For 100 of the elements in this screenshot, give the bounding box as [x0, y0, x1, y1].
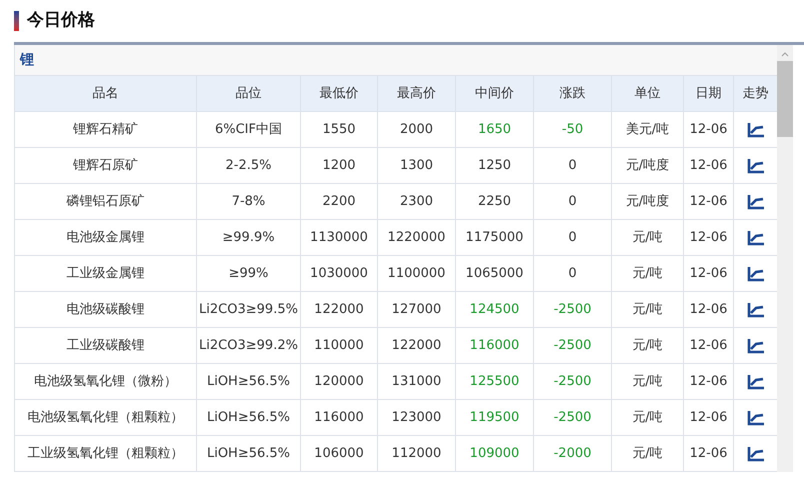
table-cell: 12-06 — [684, 256, 734, 291]
table-cell: 元/吨 — [612, 364, 684, 399]
table-cell: 电池级碳酸锂 — [15, 292, 197, 327]
table-cell: 元/吨 — [612, 436, 684, 471]
column-header: 单位 — [612, 76, 684, 111]
table-cell: 电池级氢氧化锂（微粉） — [15, 364, 197, 399]
table-cell: 美元/吨 — [612, 112, 684, 147]
mid-price: 1650 — [478, 120, 512, 139]
price-change: -2500 — [554, 372, 592, 391]
table-cell: 磷锂铝石原矿 — [15, 184, 197, 219]
mid-price: 1065000 — [466, 264, 524, 283]
price-change: -2000 — [554, 444, 592, 463]
table-cell: 元/吨 — [612, 328, 684, 363]
table-cell: 122000 — [301, 292, 378, 327]
table-cell: 元/吨 — [612, 292, 684, 327]
section-title: 今日价格 — [27, 9, 95, 32]
column-header: 日期 — [684, 76, 734, 111]
table-cell: 锂辉石原矿 — [15, 148, 197, 183]
price-change: -2500 — [554, 300, 592, 319]
table-cell: LiOH≥56.5% — [197, 436, 301, 471]
line-chart-icon[interactable] — [747, 302, 765, 318]
table-cell: 电池级氢氧化锂（粗颗粒） — [15, 400, 197, 435]
mid-price: 2250 — [478, 192, 512, 211]
price-change: 0 — [568, 156, 577, 175]
table-cell: 1130000 — [301, 220, 378, 255]
table-cell: 127000 — [378, 292, 456, 327]
mid-price: 109000 — [470, 444, 520, 463]
table-cell: 1200 — [301, 148, 378, 183]
table-cell: 12-06 — [684, 148, 734, 183]
mid-price: 116000 — [470, 336, 520, 355]
table-cell: 2200 — [301, 184, 378, 219]
scrollbar[interactable] — [777, 45, 793, 472]
table-cell: 12-06 — [684, 364, 734, 399]
line-chart-icon[interactable] — [747, 158, 765, 174]
line-chart-icon[interactable] — [747, 410, 765, 426]
line-chart-icon[interactable] — [747, 338, 765, 354]
table-cell: 元/吨度 — [612, 148, 684, 183]
table-cell: 2-2.5% — [197, 148, 301, 183]
line-chart-icon[interactable] — [747, 122, 765, 138]
price-change: 0 — [568, 192, 577, 211]
table-cell: 106000 — [301, 436, 378, 471]
table-cell: 1550 — [301, 112, 378, 147]
column-header: 涨跌 — [534, 76, 612, 111]
table-cell: 12-06 — [684, 220, 734, 255]
mid-price: 1250 — [478, 156, 512, 175]
table-cell: 123000 — [378, 400, 456, 435]
column-header: 中间价 — [456, 76, 534, 111]
table-cell: 116000 — [301, 400, 378, 435]
price-change: -2500 — [554, 408, 592, 427]
table-cell: 12-06 — [684, 400, 734, 435]
table-cell: 工业级氢氧化锂（粗颗粒） — [15, 436, 197, 471]
table-cell: 1100000 — [378, 256, 456, 291]
table-cell: 工业级碳酸锂 — [15, 328, 197, 363]
table-cell: 12-06 — [684, 328, 734, 363]
table-cell: 元/吨 — [612, 220, 684, 255]
table-cell: LiOH≥56.5% — [197, 364, 301, 399]
table-cell: Li2CO3≥99.5% — [197, 292, 301, 327]
line-chart-icon[interactable] — [747, 230, 765, 246]
mid-price: 1175000 — [466, 228, 524, 247]
mid-price: 124500 — [470, 300, 520, 319]
title-marker-icon — [14, 11, 19, 31]
category-label: 锂 — [20, 50, 34, 70]
table-cell: ≥99.9% — [197, 220, 301, 255]
column-header: 品名 — [15, 76, 197, 111]
table-cell: 1220000 — [378, 220, 456, 255]
line-chart-icon[interactable] — [747, 446, 765, 462]
table-cell: 12-06 — [684, 112, 734, 147]
table-cell: 1300 — [378, 148, 456, 183]
column-header: 最低价 — [301, 76, 378, 111]
table-cell: 元/吨度 — [612, 184, 684, 219]
table-cell: 2300 — [378, 184, 456, 219]
table-cell: 112000 — [378, 436, 456, 471]
table-cell: 12-06 — [684, 292, 734, 327]
table-cell: 锂辉石精矿 — [15, 112, 197, 147]
table-cell: 6%CIF中国 — [197, 112, 301, 147]
price-change: 0 — [568, 228, 577, 247]
table-cell: 1030000 — [301, 256, 378, 291]
table-cell: ≥99% — [197, 256, 301, 291]
scrollbar-thumb[interactable] — [777, 61, 793, 137]
column-header: 品位 — [197, 76, 301, 111]
table-cell: 131000 — [378, 364, 456, 399]
table-cell: 110000 — [301, 328, 378, 363]
line-chart-icon[interactable] — [747, 266, 765, 282]
price-change: -2500 — [554, 336, 592, 355]
table-cell: 2000 — [378, 112, 456, 147]
line-chart-icon[interactable] — [747, 374, 765, 390]
table-cell: LiOH≥56.5% — [197, 400, 301, 435]
table-cell: 120000 — [301, 364, 378, 399]
table-cell: Li2CO3≥99.2% — [197, 328, 301, 363]
line-chart-icon[interactable] — [747, 194, 765, 210]
mid-price: 119500 — [470, 408, 520, 427]
mid-price: 125500 — [470, 372, 520, 391]
price-change: -50 — [562, 120, 584, 139]
table-cell: 元/吨 — [612, 256, 684, 291]
table-cell: 7-8% — [197, 184, 301, 219]
column-header: 最高价 — [378, 76, 456, 111]
price-change: 0 — [568, 264, 577, 283]
table-cell: 12-06 — [684, 436, 734, 471]
table-cell: 元/吨 — [612, 400, 684, 435]
table-cell: 12-06 — [684, 184, 734, 219]
